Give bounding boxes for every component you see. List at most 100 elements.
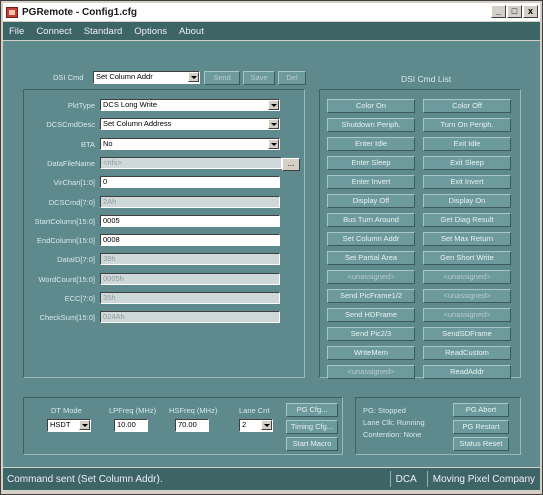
cmd-list-button[interactable]: Gen Short Write [423,251,511,265]
param-label: VirChan[1:0] [53,178,95,187]
pg-restart-button[interactable]: PG Restart [453,420,509,434]
param-field[interactable]: <nfs> [100,157,282,169]
dropdown-arrow-icon[interactable] [268,139,279,149]
param-field[interactable]: No [100,138,280,150]
close-button[interactable]: x [523,5,538,18]
param-label: BTA [80,140,95,149]
browse-file-button[interactable]: ... [282,158,300,171]
delete-button[interactable]: Del [278,71,306,85]
cmd-list-button[interactable]: Color Off [423,99,511,113]
pg-status-text: PG: Stopped [363,406,406,415]
contention-status-text: Contention: None [363,430,422,439]
cmd-list-button[interactable]: <unassigned> [423,308,511,322]
pg-cfg-button[interactable]: PG Cfg... [286,403,338,417]
param-value: 0005 [103,216,120,225]
cmd-list-button[interactable]: <unassigned> [423,289,511,303]
param-value: 39h [103,254,116,263]
param-label: EndColumn[15:0] [37,236,95,245]
status-divider [426,471,428,487]
send-button[interactable]: Send [204,71,240,85]
param-value: <nfs> [103,158,122,167]
cmd-list-button[interactable]: ReadCustom [423,346,511,360]
param-field[interactable]: 0005 [100,215,280,227]
pg-abort-button[interactable]: PG Abort [453,403,509,417]
cmd-list-button[interactable]: Shutdown Periph. [327,118,415,132]
cmd-list-button[interactable]: Set Column Addr [327,232,415,246]
param-value: 024Ah [103,312,125,321]
param-value: No [103,139,113,148]
param-field[interactable]: 0008 [100,234,280,246]
cmd-list-button[interactable]: Get Diag Result [423,213,511,227]
menu-file[interactable]: File [3,26,30,37]
cmd-list-button[interactable]: Bus Turn Around [327,213,415,227]
dsi-cmd-value: Set Column Addr [96,72,153,81]
param-label: WordCount[15:0] [38,275,95,284]
dsi-cmd-select[interactable]: Set Column Addr [93,71,200,84]
param-field[interactable]: DCS Long Write [100,99,280,111]
cmd-list-button[interactable]: Enter Idle [327,137,415,151]
param-value: 0005h [103,274,124,283]
lpfreq-input[interactable]: 10.00 [114,419,148,432]
cmd-list-button[interactable]: Exit Sleep [423,156,511,170]
dsi-cmd-label: DSI Cmd [53,73,84,82]
param-field: 2Ah [100,196,280,208]
lpfreq-label: LPFreq (MHz) [109,406,157,415]
menu-standard[interactable]: Standard [78,26,129,37]
app-logo-icon [6,6,18,18]
cmd-list-button[interactable]: Set Partial Area [327,251,415,265]
dropdown-arrow-icon[interactable] [268,119,279,129]
param-field: 024Ah [100,311,280,323]
cmd-list-button[interactable]: SendSDFrame [423,327,511,341]
cmd-list-button[interactable]: Send HDFrame [327,308,415,322]
cmd-list-button[interactable]: Enter Invert [327,175,415,189]
timing-cfg-button[interactable]: Timing Cfg... [286,420,338,434]
window-title: PGRemote - Config1.cfg [22,6,138,18]
cmd-list-button[interactable]: Send PicFrame1/2 [327,289,415,303]
status-company: Moving Pixel Company [432,473,535,485]
cmd-list-button[interactable]: Exit Invert [423,175,511,189]
hsfreq-input[interactable]: 70.00 [175,419,209,432]
start-macro-button[interactable]: Start Macro [286,437,338,451]
cmd-list-button[interactable]: Color On [327,99,415,113]
cmd-list-button[interactable]: WriteMem [327,346,415,360]
title-bar[interactable]: PGRemote - Config1.cfg _ □ x [3,3,540,21]
dsi-cmd-dropdown-icon[interactable] [188,72,199,82]
status-reset-button[interactable]: Status Reset [453,437,509,451]
dt-mode-select[interactable]: HSDT [47,419,91,432]
menu-bar: File Connect Standard Options About [3,22,540,40]
cmd-list-button[interactable]: <unassigned> [423,270,511,284]
menu-connect[interactable]: Connect [30,26,77,37]
cmd-list-button[interactable]: Exit Idle [423,137,511,151]
dt-mode-value: HSDT [50,420,71,429]
cmd-list-button[interactable]: ReadAddr [423,365,511,379]
lane-cnt-select[interactable]: 2 [239,419,273,432]
param-value: 35h [103,293,116,302]
param-label: DataID[7:0] [57,255,95,264]
param-field[interactable]: 0 [100,176,280,188]
dropdown-arrow-icon[interactable] [268,100,279,110]
cmd-list-button[interactable]: Display On [423,194,511,208]
cmd-list-button[interactable]: Set Max Return [423,232,511,246]
cmd-list-button[interactable]: Turn On Periph. [423,118,511,132]
lane-cnt-value: 2 [242,420,247,429]
param-field[interactable]: Set Column Address [100,118,280,130]
menu-options[interactable]: Options [128,26,173,37]
param-value: Set Column Address [103,119,172,128]
param-value: 0008 [103,235,120,244]
maximize-button[interactable]: □ [507,5,522,18]
menu-about[interactable]: About [173,26,210,37]
save-button[interactable]: Save [243,71,275,85]
cmd-list-button[interactable]: Send Pic2/3 [327,327,415,341]
minimize-button[interactable]: _ [491,5,506,18]
cmd-list-button[interactable]: Enter Sleep [327,156,415,170]
param-field: 35h [100,292,280,304]
param-value: 0 [103,177,108,186]
lane-clk-status-text: Lane Clk: Running [363,418,425,427]
dt-mode-dropdown-icon[interactable] [79,420,90,430]
cmd-list-button[interactable]: <unassigned> [327,270,415,284]
status-divider [389,471,391,487]
lane-cnt-dropdown-icon[interactable] [261,420,272,430]
cmd-list-button[interactable]: <unassigned> [327,365,415,379]
param-label: PktType [67,101,95,110]
cmd-list-button[interactable]: Display Off [327,194,415,208]
